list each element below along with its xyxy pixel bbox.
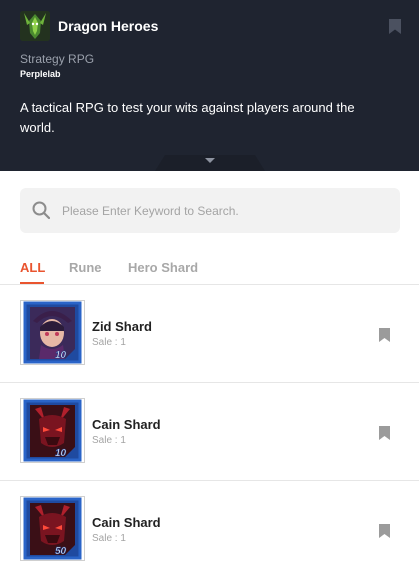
- list-item[interactable]: 10 Zid Shard Sale : 1: [0, 285, 419, 383]
- bookmark-icon[interactable]: [379, 328, 390, 342]
- app-genre: Strategy RPG: [20, 52, 95, 66]
- item-sale: Sale : 1: [92, 435, 126, 446]
- bookmark-icon[interactable]: [379, 524, 390, 538]
- app-description: A tactical RPG to test your wits against…: [20, 100, 355, 135]
- item-list: 10 Zid Shard Sale : 1 10 Cain Shard Sale…: [0, 285, 419, 570]
- tab-hero-shard[interactable]: Hero Shard: [128, 260, 198, 275]
- search-input[interactable]: [62, 188, 392, 233]
- app-developer: Perplelab: [20, 69, 61, 79]
- item-sale: Sale : 1: [92, 337, 126, 348]
- search-bar: [20, 188, 400, 233]
- bookmark-icon[interactable]: [379, 426, 390, 440]
- bookmark-icon[interactable]: [389, 19, 401, 34]
- cain-shard-icon: 10: [20, 398, 85, 463]
- tab-all[interactable]: ALL: [20, 260, 45, 275]
- expand-header-button[interactable]: [155, 155, 265, 171]
- shard-count-badge: 10: [55, 448, 67, 459]
- page: Dragon Heroes Strategy RPG Perplelab A t…: [0, 0, 419, 570]
- app-title-row: Dragon Heroes: [20, 11, 158, 41]
- tab-rune[interactable]: Rune: [69, 260, 102, 275]
- item-name: Zid Shard: [92, 319, 152, 334]
- app-header: Dragon Heroes Strategy RPG Perplelab A t…: [0, 0, 419, 171]
- shard-count-badge: 10: [55, 350, 67, 361]
- zid-shard-icon: 10: [20, 300, 85, 365]
- shard-count-badge: 50: [55, 546, 67, 557]
- item-name: Cain Shard: [92, 417, 161, 432]
- cain-shard-icon: 50: [20, 496, 85, 561]
- item-name: Cain Shard: [92, 515, 161, 530]
- dragon-heroes-app-icon: [20, 11, 50, 41]
- app-title: Dragon Heroes: [58, 18, 159, 34]
- list-item[interactable]: 50 Cain Shard Sale : 1: [0, 481, 419, 570]
- list-item[interactable]: 10 Cain Shard Sale : 1: [0, 383, 419, 481]
- category-tabs: ALL Rune Hero Shard: [0, 255, 419, 285]
- active-tab-indicator: [20, 282, 44, 284]
- item-sale: Sale : 1: [92, 533, 126, 544]
- search-icon: [32, 201, 51, 220]
